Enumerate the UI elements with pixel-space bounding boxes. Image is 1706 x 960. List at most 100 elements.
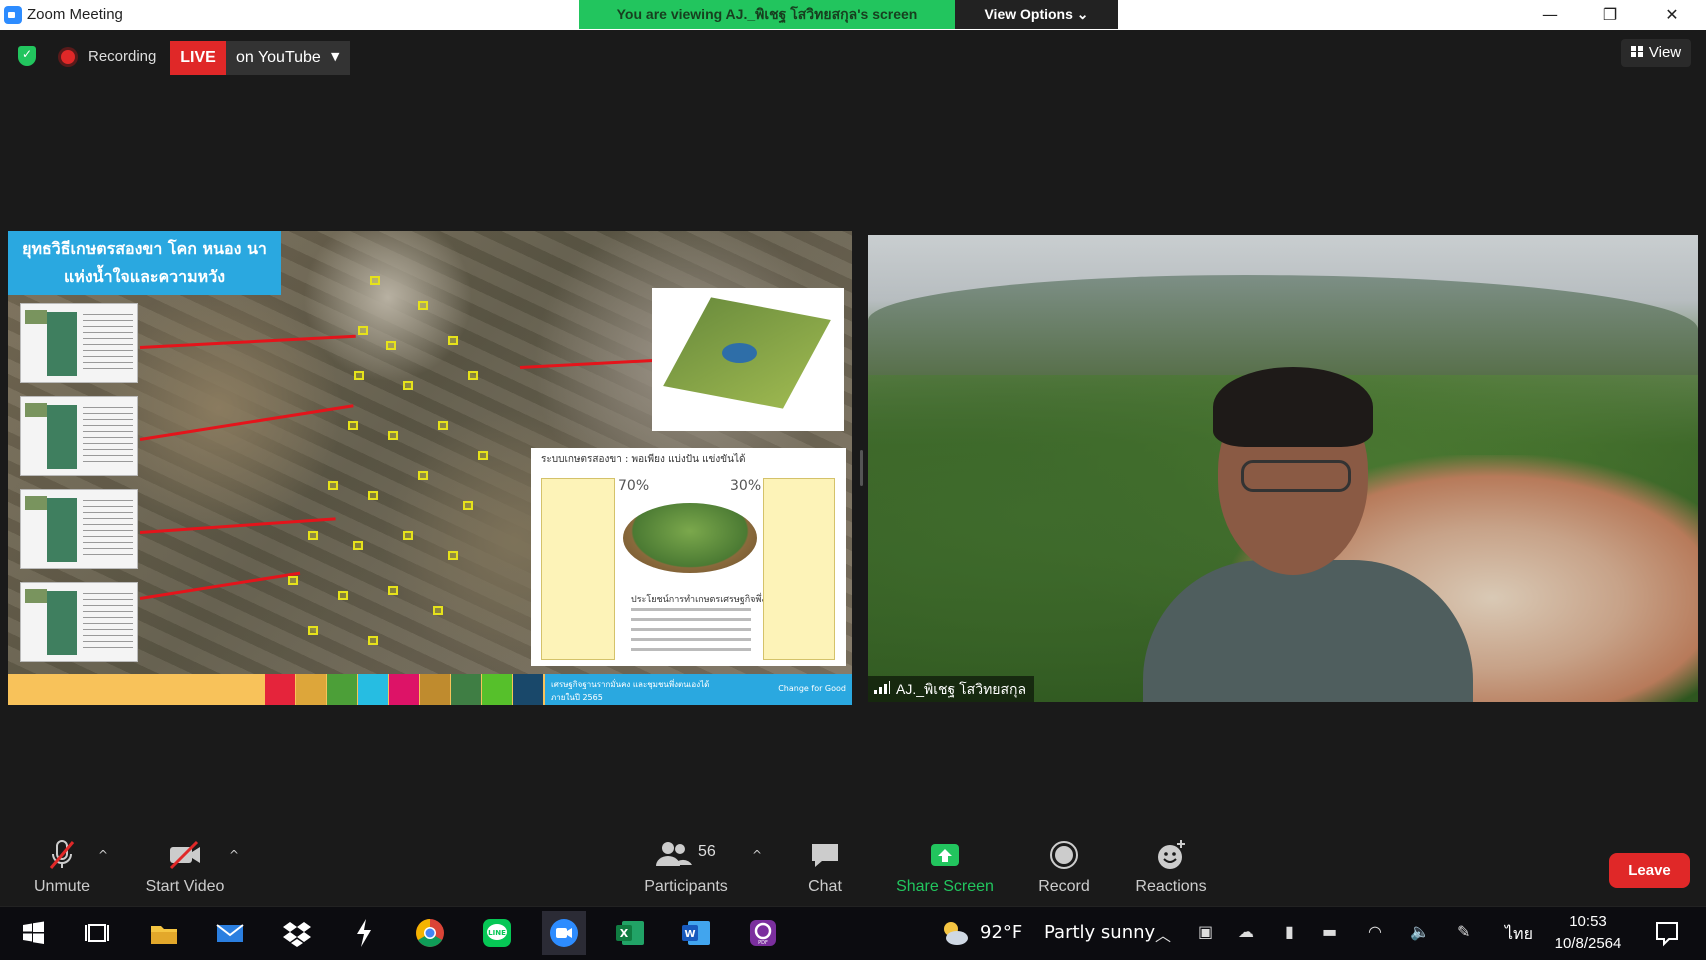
chat-icon [795,838,855,872]
muted-mic-icon [24,838,100,872]
record-icon [1033,838,1095,872]
audio-options-caret[interactable]: ^ [98,848,108,862]
system-title: ระบบเกษตรสองขา : พอเพียง แบ่งปัน แข่งขัน… [541,454,746,465]
farm-marker [448,551,458,560]
onedrive-cloud-icon[interactable]: ☁ [1238,922,1254,941]
weather-temperature[interactable]: 92°F [980,922,1022,943]
volume-icon[interactable]: 🔈 [1410,922,1430,941]
sdg-icon [389,674,419,705]
signal-strength-icon [874,681,890,694]
reactions-icon [1132,838,1210,872]
farm-marker [348,421,358,430]
farm-marker [288,576,298,585]
farm-marker [353,541,363,550]
farm-marker [433,606,443,615]
input-language-indicator[interactable]: ไทย [1505,922,1533,947]
zoom-taskbar-icon-active[interactable] [542,911,586,955]
sdg-icon [451,674,481,705]
farm-marker [368,491,378,500]
participants-button[interactable]: 56 Participants [640,838,732,896]
system-left-panel [541,478,615,660]
windows-start-icon[interactable] [16,916,50,950]
farm-marker [463,501,473,510]
farm-plan-thumbnail [20,582,138,662]
farm-marker [358,326,368,335]
close-button[interactable]: ✕ [1658,5,1686,25]
speaker-video [868,235,1698,702]
svg-text:LINE: LINE [488,929,506,937]
farm-marker [308,626,318,635]
taskbar-clock[interactable]: 10:53 10/8/2564 [1548,911,1628,955]
task-view-icon[interactable] [80,916,114,950]
sdg-icon [265,674,295,705]
wifi-icon[interactable]: ◠ [1368,922,1382,941]
farm-marker [370,276,380,285]
farm-marker [308,531,318,540]
video-options-caret[interactable]: ^ [229,848,239,862]
unmute-button[interactable]: Unmute [24,838,100,896]
svg-text:PDF: PDF [758,940,768,946]
meet-now-icon[interactable]: ▣ [1198,922,1213,941]
restore-button[interactable]: ❐ [1596,5,1624,25]
recording-label[interactable]: Recording [88,48,156,65]
system-right-panel [763,478,835,660]
sdg-icons [265,674,545,705]
battery-icon[interactable]: ▬ [1322,922,1337,941]
farm-marker [418,301,428,310]
participants-options-caret[interactable]: ^ [752,848,762,862]
live-badge: LIVE [170,41,226,75]
pen-workspace-icon[interactable]: ✎ [1457,922,1470,941]
percent-left: 70% [618,478,650,494]
record-button[interactable]: Record [1033,838,1095,896]
weather-description[interactable]: Partly sunny [1044,922,1155,943]
grid-icon [1630,46,1643,57]
farm-marker [448,336,458,345]
shared-screen: ยุทธวิธีเกษตรสองขา โคก หนอง นา แห่งน้ำใจ… [8,231,852,705]
minimize-button[interactable]: — [1536,5,1564,25]
encryption-shield-icon[interactable] [18,46,36,66]
view-layout-button[interactable]: View [1621,39,1691,67]
farm-marker [468,371,478,380]
share-screen-button[interactable]: Share Screen [892,838,998,896]
slide-title: ยุทธวิธีเกษตรสองขา โคก หนอง นา แห่งน้ำใจ… [8,231,281,295]
start-video-button[interactable]: Start Video [140,838,230,896]
show-hidden-icons-icon[interactable]: ︿ [1155,922,1171,946]
line-app-icon[interactable]: LINE [480,916,514,950]
farm-plan-thumbnail [20,489,138,569]
chrome-icon[interactable] [413,916,447,950]
caret-down-icon[interactable]: ▼ [331,50,339,63]
excel-icon[interactable]: X [613,916,647,950]
app-lightning-icon[interactable] [347,916,381,950]
farm-marker [354,371,364,380]
farm-marker [418,471,428,480]
share-screen-icon [892,838,998,872]
farm-plan-thumbnail [20,396,138,476]
farm-marker [388,431,398,440]
word-icon[interactable]: W [679,916,713,950]
farm-marker [328,481,338,490]
farm-marker [438,421,448,430]
reactions-button[interactable]: Reactions [1132,838,1210,896]
view-options-button[interactable]: View Options ⌄ [955,0,1118,29]
windows-taskbar [0,906,1706,960]
svg-text:W: W [684,929,695,940]
svg-text:56: 56 [698,843,716,860]
chat-button[interactable]: Chat [795,838,855,896]
file-explorer-icon[interactable] [147,916,181,950]
weather-partly-sunny-icon[interactable] [938,916,972,950]
mail-icon[interactable] [213,916,247,950]
window-title: Zoom Meeting [27,6,123,23]
leave-meeting-button[interactable]: Leave [1609,853,1690,888]
dropbox-icon[interactable] [280,916,314,950]
pdf-app-icon[interactable]: PDF [746,916,780,950]
land-use-disc-illustration [623,503,757,573]
farm-marker [403,531,413,540]
viewing-screen-banner: You are viewing AJ._พิเชฐ โสวิทยสกุล's s… [579,0,955,29]
sdg-icon [296,674,326,705]
farm-marker [478,451,488,460]
microphone-tray-icon[interactable]: ▮ [1285,922,1294,941]
panel-resize-handle[interactable] [860,450,863,486]
action-center-notification-icon[interactable] [1650,916,1684,950]
farm-marker [338,591,348,600]
isometric-farm-diagram [652,288,844,431]
